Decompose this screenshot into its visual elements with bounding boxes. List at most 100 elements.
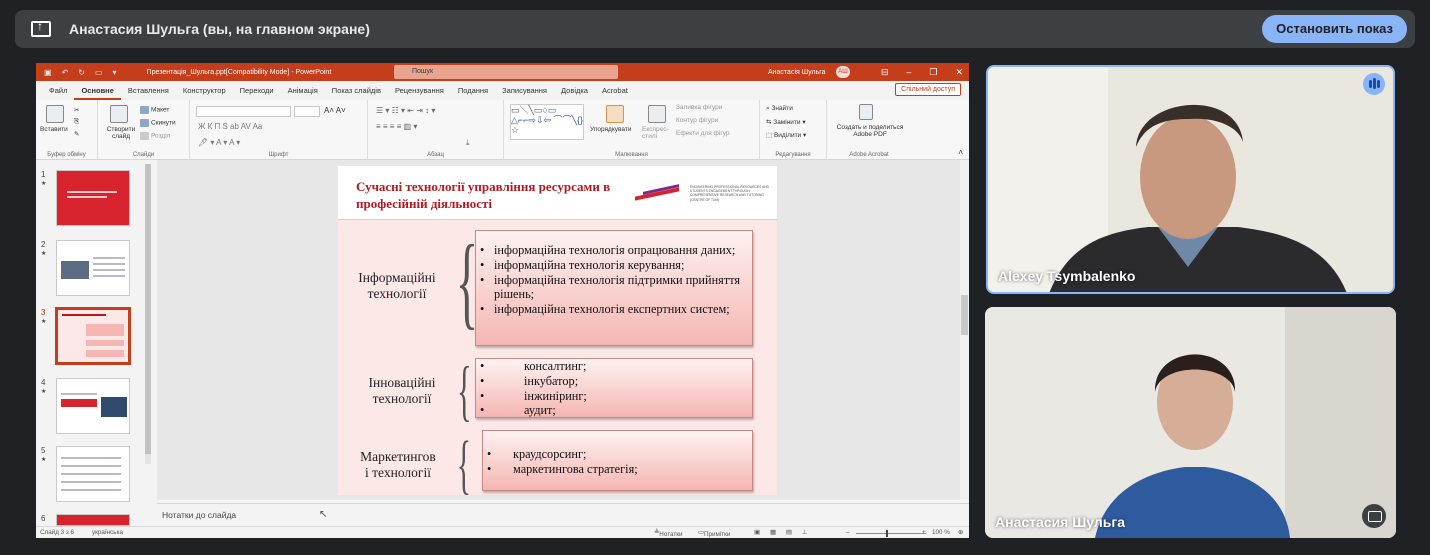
language-indicator[interactable]: українська [92,529,123,536]
editor-scroll-thumb[interactable] [961,295,968,335]
collapse-ribbon-icon[interactable]: ˄ [958,148,963,157]
document-title: Презентація_Шульга.ppt[Compatibility Mod… [146,68,332,76]
ppt-search-box[interactable]: Пошук [394,65,618,79]
list-item: інформаційна технологія опрацювання дани… [476,243,752,258]
new-slide-icon[interactable] [110,105,128,123]
current-slide[interactable]: Сучасні технології управління ресурсами … [338,166,777,498]
zoom-level[interactable]: 100 % [932,529,950,536]
font-size-field[interactable] [294,106,320,117]
acrobat-group-label: Adobe Acrobat [849,152,889,158]
slides-group: Створити слайд Макет Скинути Розділ Слай… [98,100,190,160]
tab-acrobat[interactable]: Acrobat [595,81,635,100]
zoom-out-icon[interactable]: – [846,529,850,536]
shape-fill-button[interactable]: Заливка фігури [676,104,722,111]
pdf-icon[interactable] [859,104,873,120]
layout-button[interactable]: Макет [140,106,169,114]
editor-scrollbar[interactable] [960,160,969,500]
redo-icon[interactable]: ↻ [78,68,85,77]
cut-icon[interactable]: ✂ [74,106,79,114]
list-icons[interactable]: ☰ ▾ ☷ ▾ ⇤ ⇥ ↕ ▾ [376,106,435,115]
tab-transitions[interactable]: Переходи [233,81,281,100]
view-buttons[interactable]: ▣▦▤⊥ [754,529,817,536]
align-icons[interactable]: ≡ ≡ ≡ ≡ ▥ ▾ [376,122,417,131]
tab-slideshow[interactable]: Показ слайдів [325,81,388,100]
zoom-slider-thumb[interactable] [886,530,888,537]
shape-effects-button[interactable]: Ефекти для фігур [676,130,730,137]
notes-toggle[interactable]: ≜ Нотатки [654,529,683,538]
arrange-icon[interactable] [606,105,624,123]
grow-font-icon[interactable]: A˄ A˅ [324,106,346,115]
reset-button[interactable]: Скинути [140,119,176,127]
animation-star-icon: ★ [41,319,47,325]
paste-button[interactable]: Вставити [40,126,68,133]
shape-outline-button[interactable]: Контур фігури [676,117,718,124]
text-direction-icon[interactable]: ⤓ [466,138,470,148]
tab-home[interactable]: Основне [74,81,121,100]
quick-styles-icon[interactable] [648,105,666,123]
slide-thumbnail-2[interactable] [56,240,130,296]
customize-icon[interactable]: ▾ [113,68,117,77]
share-button[interactable]: Спільний доступ [895,83,961,96]
slide-thumbnail-1[interactable] [56,170,130,226]
mouse-cursor-icon: ↖ [319,509,328,520]
category-label: технології [367,286,427,301]
undo-icon[interactable]: ↶ [62,68,69,77]
slides-group-label: Слайди [132,152,155,158]
zoom-in-icon[interactable]: + [922,529,926,536]
save-icon[interactable]: ▣ [44,68,52,77]
slide-thumbnail-5[interactable] [56,446,130,502]
replace-button[interactable]: ⇆ Замінити ▾ [766,118,806,126]
find-button[interactable]: ⌕ Знайти [766,105,793,113]
notes-pane[interactable]: Нотатки до слайда ↖ [157,503,969,525]
close-icon[interactable]: ✕ [955,67,963,78]
thumbnails-scrollbar[interactable] [145,164,151,464]
reset-label: Скинути [151,119,176,127]
ribbon-display-icon[interactable]: ⊟ [881,67,889,78]
restore-icon[interactable]: ❐ [929,67,937,78]
project-logo [635,184,681,201]
minimize-icon[interactable]: – [906,67,911,78]
list-item: інжиніринг; [476,389,752,404]
fit-slide-icon[interactable]: ⊕ [958,529,963,536]
presenting-banner: Анастасия Шульга (вы, на главном экране)… [15,10,1415,48]
account-avatar[interactable]: АШ [836,66,850,78]
comments-toggle[interactable]: ▭ Примітки [698,529,730,538]
tab-record[interactable]: Записування [495,81,554,100]
arrange-button[interactable]: Упорядкувати [590,126,631,133]
powerpoint-window: ▣ ↶ ↻ ▭ ▾ Презентація_Шульга.ppt[Compati… [36,63,969,538]
font-color-icons[interactable]: 🖊 ▾ A ▾ A ▾ [198,138,240,147]
slide-thumbnail-4[interactable] [56,378,130,434]
copy-icon[interactable]: ⎘ [74,118,79,126]
tab-file[interactable]: Файл [42,81,74,100]
font-format-icons[interactable]: Ж К П S ab AV Aa [198,122,262,131]
stop-presenting-button[interactable]: Остановить показ [1262,15,1407,43]
tab-review[interactable]: Рецензування [388,81,451,100]
picture-in-picture-icon[interactable] [1362,504,1386,528]
find-label: Знайти [771,105,793,112]
account-name[interactable]: Анастасія Шульга [768,69,826,76]
shapes-gallery[interactable]: ▭＼╲▭○▭ △⌐⌐⇨⇩⇦ ⌒⌒╲{}☆ [510,104,584,140]
quick-styles-button[interactable]: Експрес-стилі [642,126,672,140]
present-icon[interactable]: ▭ [95,68,103,77]
tab-animations[interactable]: Анімація [281,81,325,100]
paste-icon[interactable] [46,105,64,123]
create-pdf-button[interactable]: Создать и поделиться Adobe PDF [831,124,909,138]
tab-design[interactable]: Конструктор [176,81,233,100]
tab-insert[interactable]: Вставлення [121,81,176,100]
new-slide-button[interactable]: Створити слайд [104,126,138,140]
participant-tile-anastasia[interactable]: Анастасия Шульга [985,307,1396,538]
format-painter-icon[interactable]: ✎ [74,130,79,138]
thumb-number: 3 [41,308,46,317]
select-button[interactable]: ⬚ Виділити ▾ [766,131,806,139]
list-item: інкубатор; [476,374,752,389]
font-name-field[interactable] [196,106,291,117]
thumbnails-scroll-thumb[interactable] [145,164,151,454]
slide-thumbnail-3[interactable] [55,307,131,365]
slide-thumbnail-6[interactable] [56,514,130,526]
zoom-slider[interactable] [856,533,926,534]
participant-tile-alexey[interactable]: Alexey Tsymbalenko [986,65,1395,294]
tab-help[interactable]: Довідка [554,81,595,100]
slide-header: Сучасні технології управління ресурсами … [338,166,777,220]
tab-view[interactable]: Подання [451,81,495,100]
section-button[interactable]: Розділ [140,132,170,140]
